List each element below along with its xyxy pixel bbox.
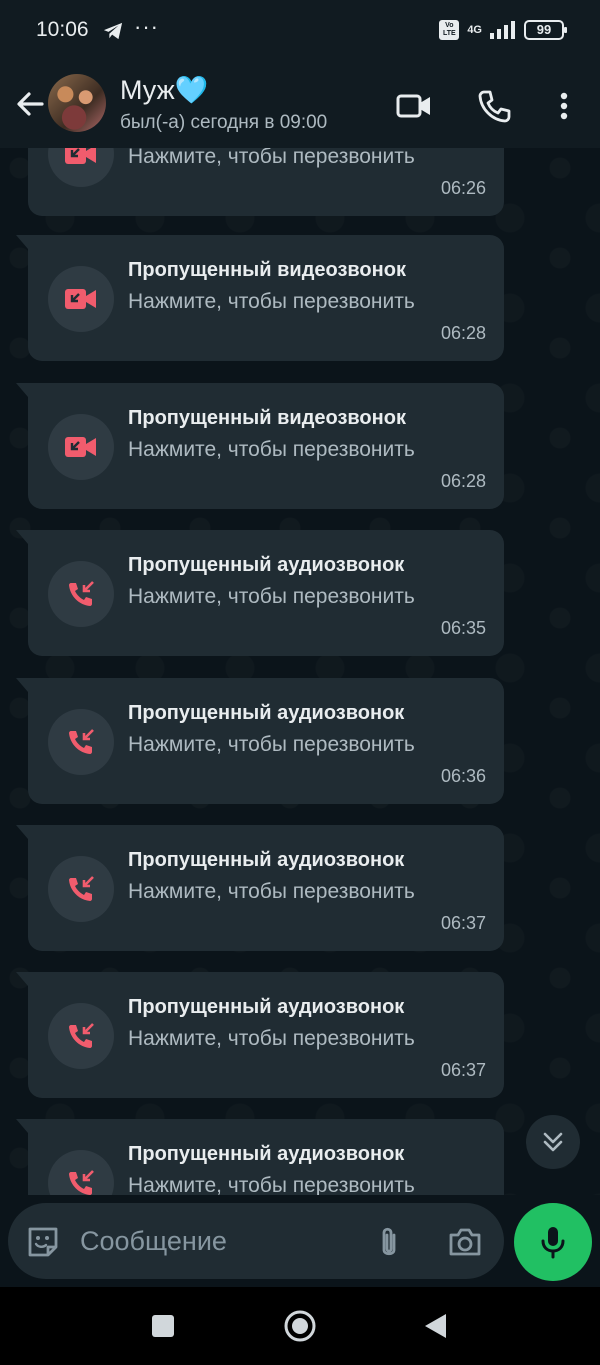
- message-time: 06:37: [440, 1060, 486, 1080]
- missed-call-message[interactable]: Пропущенный видеозвонок Нажмите, чтобы п…: [16, 383, 504, 509]
- message-time: 06:36: [440, 766, 486, 786]
- message-time: 06:28: [440, 471, 486, 491]
- message-subtitle: Нажмите, чтобы перезвонить: [128, 1027, 415, 1050]
- volte-icon: Vo LTE: [439, 20, 460, 40]
- network-type: 4G: [467, 24, 482, 36]
- message-time: 06:37: [440, 913, 486, 933]
- status-right: Vo LTE 4G 99: [439, 20, 567, 40]
- message-input[interactable]: [80, 1223, 360, 1259]
- message-subtitle: Нажмите, чтобы перезвонить: [128, 585, 415, 608]
- message-time: 06:28: [440, 323, 486, 343]
- home-button[interactable]: [283, 1309, 317, 1343]
- contact-name[interactable]: Муж🩵: [120, 74, 208, 106]
- call-icon-circle: [48, 709, 114, 775]
- scroll-down-icon: [543, 1132, 563, 1152]
- composer: [0, 1195, 600, 1287]
- missed-video-call-icon: [65, 289, 96, 309]
- call-icon-circle: [48, 1150, 114, 1195]
- avatar[interactable]: [48, 74, 106, 132]
- message-subtitle: Нажмите, чтобы перезвонить: [128, 880, 415, 903]
- sticker-icon[interactable]: [24, 1223, 62, 1261]
- call-icon-circle: [48, 414, 114, 480]
- home-icon: [284, 1310, 316, 1342]
- status-time: 10:06: [36, 18, 89, 41]
- chat-header: Муж🩵 был(-а) сегодня в 09:00: [0, 66, 600, 148]
- message-title: Пропущенный аудиозвонок: [128, 996, 405, 1018]
- message-title: Пропущенный аудиозвонок: [128, 702, 405, 724]
- missed-call-message[interactable]: Нажмите, чтобы перезвонить 06:26: [28, 148, 504, 216]
- chat-area[interactable]: Нажмите, чтобы перезвонить 06:26 Пропуще…: [0, 148, 600, 1195]
- missed-call-message[interactable]: Пропущенный аудиозвонок Нажмите, чтобы п…: [16, 825, 504, 951]
- message-title: Пропущенный видеозвонок: [128, 259, 406, 281]
- message-subtitle: Нажмите, чтобы перезвонить: [128, 148, 415, 168]
- call-icon-circle: [48, 856, 114, 922]
- more-notifications-indicator: ···: [134, 14, 159, 39]
- contact-last-seen: был(-а) сегодня в 09:00: [120, 112, 328, 133]
- missed-audio-call-icon: [69, 581, 94, 606]
- missed-audio-call-icon: [69, 729, 94, 754]
- recents-button[interactable]: [146, 1309, 180, 1343]
- message-title: Пропущенный аудиозвонок: [128, 849, 405, 871]
- voice-message-button[interactable]: [514, 1203, 592, 1281]
- back-triangle-icon: [425, 1314, 446, 1338]
- missed-audio-call-icon: [69, 1170, 94, 1195]
- camera-icon[interactable]: [446, 1223, 484, 1261]
- missed-video-call-icon: [65, 437, 96, 457]
- signal-icon: [490, 21, 515, 39]
- message-title: Пропущенный аудиозвонок: [128, 554, 405, 576]
- status-bar: 10:06 ··· Vo LTE 4G 99: [0, 0, 600, 66]
- missed-video-call-icon: [65, 148, 96, 164]
- message-subtitle: Нажмите, чтобы перезвонить: [128, 290, 415, 313]
- message-subtitle: Нажмите, чтобы перезвонить: [128, 1174, 415, 1195]
- missed-audio-call-icon: [69, 876, 94, 901]
- message-time: 06:26: [440, 178, 486, 198]
- missed-call-message[interactable]: Пропущенный аудиозвонок Нажмите, чтобы п…: [16, 1119, 504, 1195]
- scroll-to-bottom-button[interactable]: [526, 1115, 580, 1169]
- message-subtitle: Нажмите, чтобы перезвонить: [128, 733, 415, 756]
- message-subtitle: Нажмите, чтобы перезвонить: [128, 438, 415, 461]
- call-icon-circle: [48, 266, 114, 332]
- message-time: 06:35: [440, 618, 486, 638]
- mic-icon: [541, 1227, 565, 1259]
- missed-call-message[interactable]: Пропущенный аудиозвонок Нажмите, чтобы п…: [16, 530, 504, 656]
- missed-audio-call-icon: [69, 1023, 94, 1048]
- call-icon-circle: [48, 1003, 114, 1069]
- message-title: Пропущенный видеозвонок: [128, 407, 406, 429]
- message-input-container: [8, 1203, 504, 1279]
- message-title: Пропущенный аудиозвонок: [128, 1143, 405, 1165]
- battery-indicator: 99: [524, 20, 567, 40]
- missed-call-message[interactable]: Пропущенный аудиозвонок Нажмите, чтобы п…: [16, 972, 504, 1098]
- telegram-icon: [103, 22, 123, 40]
- call-icon-circle: [48, 148, 114, 187]
- phone-icon[interactable]: [474, 86, 514, 126]
- attach-icon[interactable]: [370, 1223, 408, 1261]
- back-button[interactable]: [418, 1309, 452, 1343]
- video-call-icon[interactable]: [394, 86, 434, 126]
- back-arrow-icon[interactable]: [12, 86, 48, 122]
- call-icon-circle: [48, 561, 114, 627]
- missed-call-message[interactable]: Пропущенный видеозвонок Нажмите, чтобы п…: [16, 235, 504, 361]
- system-nav-bar: [0, 1287, 600, 1365]
- missed-call-message[interactable]: Пропущенный аудиозвонок Нажмите, чтобы п…: [16, 678, 504, 804]
- recents-icon: [152, 1315, 174, 1337]
- more-vert-icon[interactable]: [544, 86, 584, 126]
